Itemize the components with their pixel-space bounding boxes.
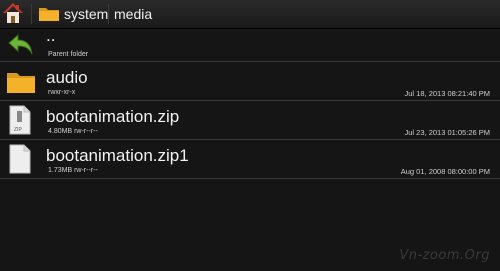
list-item-parent-folder[interactable]: .. Parent folder [0, 26, 500, 62]
file-permissions: rwxr-xr-x [48, 89, 76, 96]
home-icon [3, 3, 23, 23]
zip-file-icon: ZIP [9, 105, 31, 135]
file-date: Jul 18, 2013 08:21:40 PM [404, 89, 490, 98]
svg-text:ZIP: ZIP [14, 127, 22, 133]
file-name: bootanimation.zip [46, 107, 180, 126]
breadcrumb-item-media[interactable]: media [108, 0, 158, 28]
toolbar: system media [0, 0, 500, 29]
list-item-bootanimation-zip1[interactable]: bootanimation.zip1 1.73MB rw-r--r-- Aug … [0, 140, 500, 179]
list-item-audio[interactable]: audio rwxr-xr-x Jul 18, 2013 08:21:40 PM [0, 62, 500, 101]
breadcrumb-item-system[interactable]: system [58, 0, 114, 28]
file-name: audio [46, 68, 88, 87]
file-date: Aug 01, 2008 08:00:00 PM [400, 167, 490, 176]
back-arrow-icon [8, 34, 33, 55]
folder-icon [7, 73, 35, 93]
folder-icon [38, 5, 60, 22]
file-name: bootanimation.zip1 [46, 146, 189, 165]
file-size-permissions: 1.73MB rw-r--r-- [48, 167, 98, 174]
file-size-permissions: 4.80MB rw-r--r-- [48, 128, 98, 135]
file-subtitle: Parent folder [48, 51, 89, 58]
file-name: .. [46, 26, 56, 45]
watermark: Vn-zoom.Org [399, 248, 490, 263]
file-date: Jul 23, 2013 01:05:26 PM [404, 128, 490, 137]
list-item-bootanimation-zip[interactable]: ZIP bootanimation.zip 4.80MB rw-r--r-- J… [0, 101, 500, 140]
file-icon [9, 144, 31, 174]
home-button[interactable] [2, 2, 24, 24]
toolbar-divider [31, 4, 32, 24]
